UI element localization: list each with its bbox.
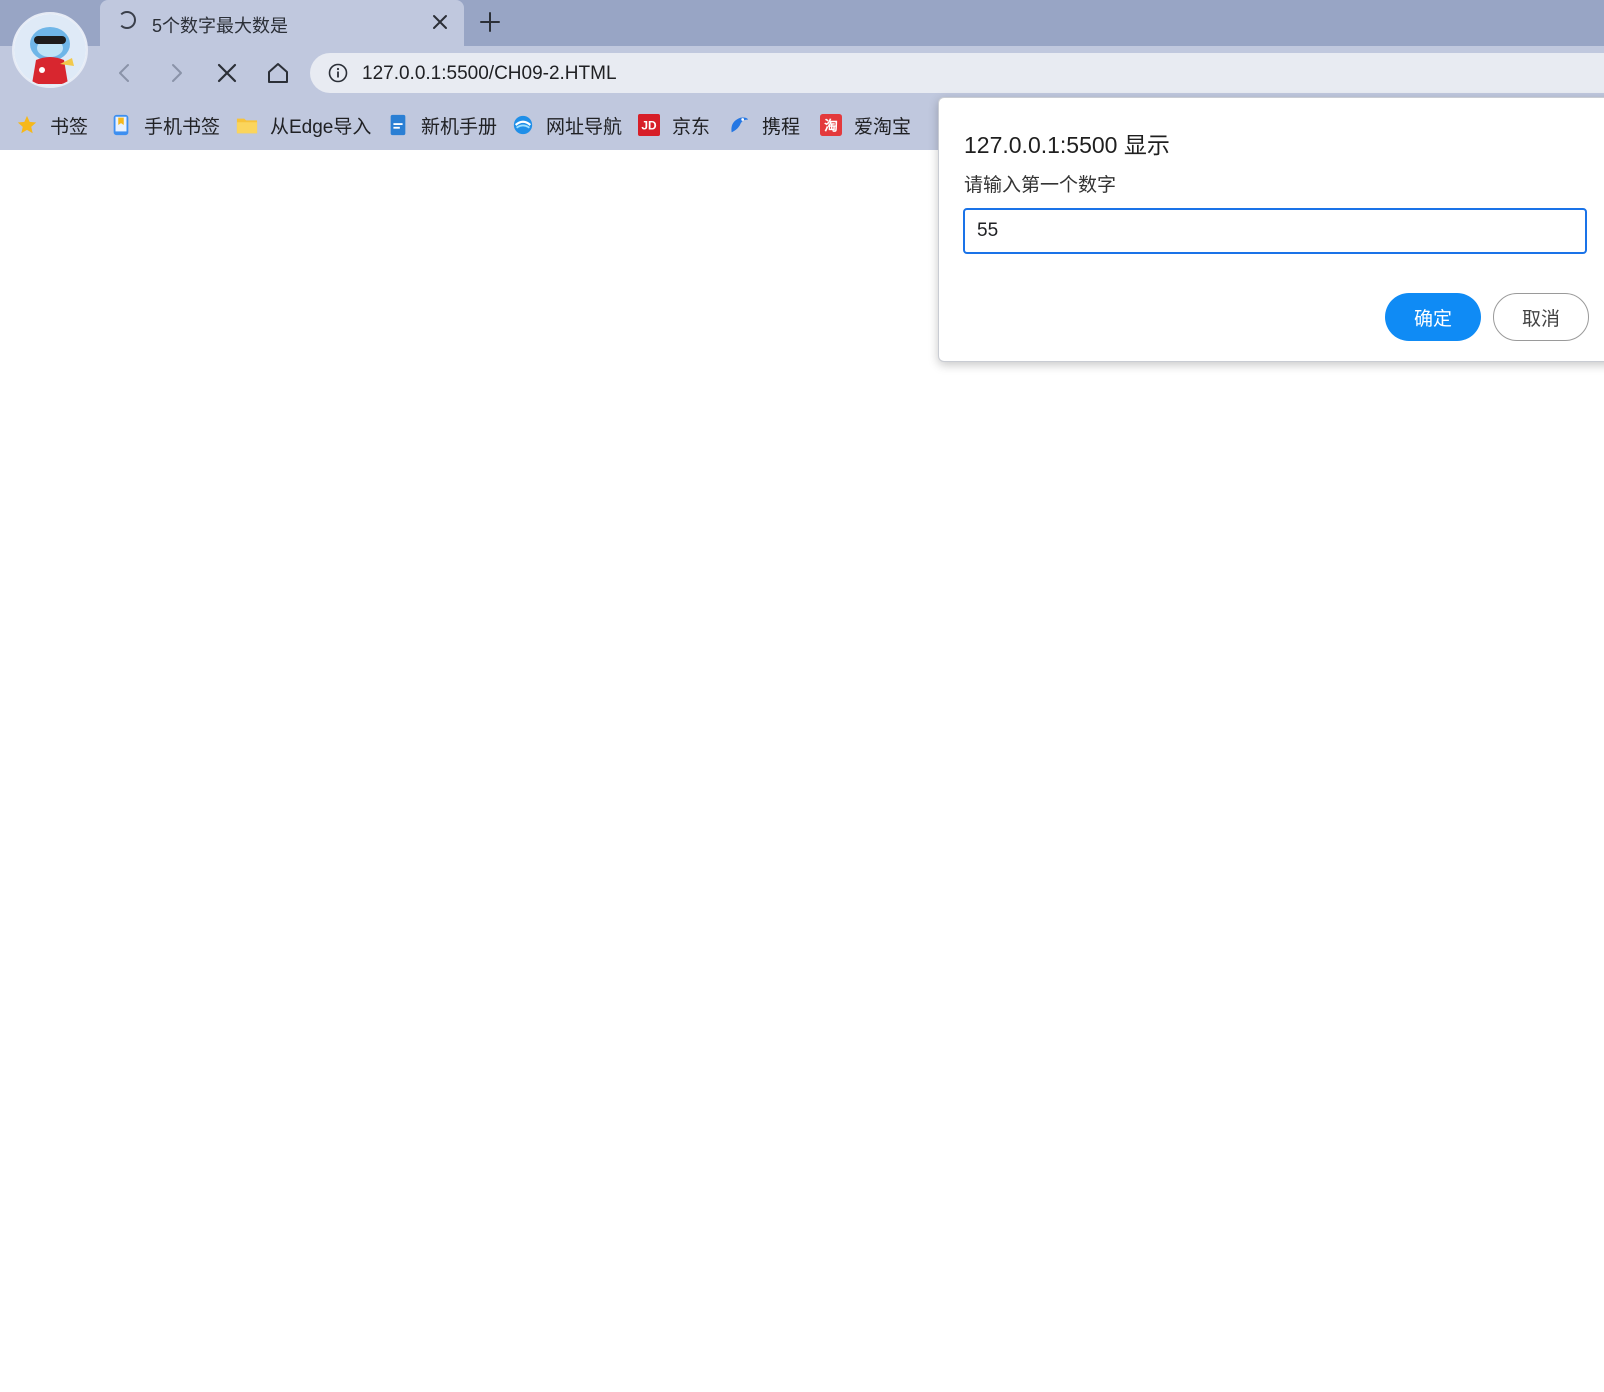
jd-logo-icon: JD — [638, 114, 660, 136]
bookmark-label: 书签 — [50, 116, 89, 138]
taobao-logo-icon: 淘 — [820, 114, 842, 136]
dialog-title: 127.0.0.1:5500 显示 — [964, 132, 1170, 158]
tab-title: 5个数字最大数是 — [152, 16, 289, 36]
nav-globe-icon — [513, 115, 533, 135]
cancel-button[interactable]: 取消 — [1493, 293, 1589, 341]
prompt-dialog: 127.0.0.1:5500 显示 请输入第一个数字 确定 取消 — [938, 97, 1604, 362]
close-tab-icon[interactable] — [428, 10, 452, 34]
bookmark-item[interactable]: 淘 爱淘宝 — [820, 112, 911, 138]
back-icon[interactable] — [110, 58, 140, 88]
prompt-input[interactable] — [963, 208, 1587, 254]
svg-text:淘: 淘 — [824, 118, 838, 135]
bookmark-label: 京东 — [672, 116, 711, 138]
bookmark-item[interactable]: 手机书签 — [110, 112, 220, 138]
bookmark-label: 携程 — [762, 116, 801, 138]
tab-strip: 5个数字最大数是 — [0, 0, 1604, 46]
bookmark-item[interactable]: 携程 — [728, 112, 800, 138]
forward-icon[interactable] — [161, 58, 191, 88]
bookmark-item[interactable]: 从Edge导入 — [236, 112, 371, 138]
site-info-icon[interactable] — [328, 63, 348, 83]
stop-loading-icon[interactable] — [212, 58, 242, 88]
bookmark-item[interactable]: 网址导航 — [512, 112, 622, 138]
home-icon[interactable] — [263, 58, 293, 88]
address-bar[interactable]: 127.0.0.1:5500/CH09-2.HTML — [310, 53, 1604, 93]
phone-bookmark-icon — [113, 114, 129, 136]
bookmark-label: 网址导航 — [546, 116, 623, 138]
loading-spinner-icon — [118, 11, 136, 29]
bookmark-item[interactable]: 书签 — [16, 112, 88, 138]
bookmark-label: 爱淘宝 — [854, 116, 912, 138]
star-icon — [17, 115, 37, 134]
active-tab[interactable]: 5个数字最大数是 — [100, 0, 464, 46]
toolbar: 127.0.0.1:5500/CH09-2.HTML — [0, 46, 1604, 100]
bookmark-label: 新机手册 — [421, 116, 498, 138]
svg-text:JD: JD — [641, 119, 657, 133]
avatar-illustration-icon — [14, 14, 86, 86]
bookmark-label: 手机书签 — [144, 116, 221, 138]
new-tab-icon[interactable] — [476, 8, 504, 36]
bookmark-item[interactable]: JD 京东 — [638, 112, 710, 138]
ctrip-logo-icon — [731, 117, 749, 133]
profile-avatar[interactable] — [12, 12, 88, 88]
dialog-message: 请输入第一个数字 — [964, 175, 1117, 196]
manual-icon — [390, 114, 406, 136]
bookmark-label: 从Edge导入 — [270, 116, 372, 138]
ok-button[interactable]: 确定 — [1385, 293, 1481, 341]
url-text[interactable]: 127.0.0.1:5500/CH09-2.HTML — [362, 63, 617, 85]
bookmark-item[interactable]: 新机手册 — [387, 112, 497, 138]
folder-icon — [236, 118, 258, 134]
